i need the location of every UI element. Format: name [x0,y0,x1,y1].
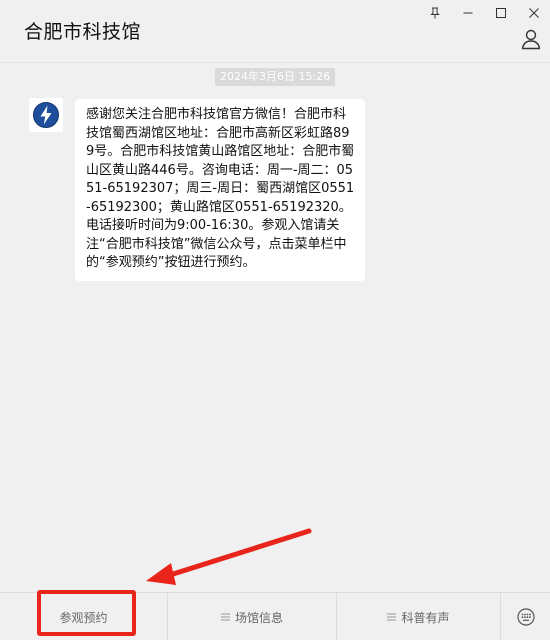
message-timestamp: 2024年3月6日 15:26 [215,68,336,86]
pin-button[interactable] [418,0,451,26]
submenu-icon [220,610,230,624]
menu-item-science-audio[interactable]: 科普有声 [337,593,501,640]
minimize-button[interactable] [451,0,484,26]
chat-title: 合肥市科技馆 [24,21,142,43]
museum-logo-icon [33,102,59,128]
sender-avatar[interactable] [29,98,63,132]
close-icon [528,8,539,18]
profile-button[interactable] [520,28,542,50]
maximize-button[interactable] [484,0,517,26]
annotation-highlight-box [37,590,136,636]
menu-item-label: 科普有声 [401,610,450,625]
menu-item-label: 场馆信息 [234,610,283,625]
menu-item-venue-info[interactable]: 场馆信息 [168,593,337,640]
window-controls [418,0,550,26]
pin-icon [429,7,440,19]
keyboard-toggle-button[interactable] [501,593,550,640]
message-bubble[interactable]: 感谢您关注合肥市科技馆官方微信！合肥市科技馆蜀西湖馆区地址：合肥市高新区彩虹路8… [75,99,365,281]
message-list[interactable]: 2024年3月6日 15:26 感谢您关注合肥市科技馆官方微信！合肥市科技馆蜀西… [0,64,550,592]
minimize-icon [463,12,472,14]
chat-window: 合肥市科技馆 2024年3月6日 15:26 感谢您关注合肥市科技馆官方微信！合… [0,0,550,640]
close-button[interactable] [517,0,550,26]
person-icon [521,29,541,50]
chat-header: 合肥市科技馆 [0,0,550,63]
maximize-icon [495,8,506,18]
submenu-icon [387,610,397,624]
keyboard-icon [516,608,535,626]
